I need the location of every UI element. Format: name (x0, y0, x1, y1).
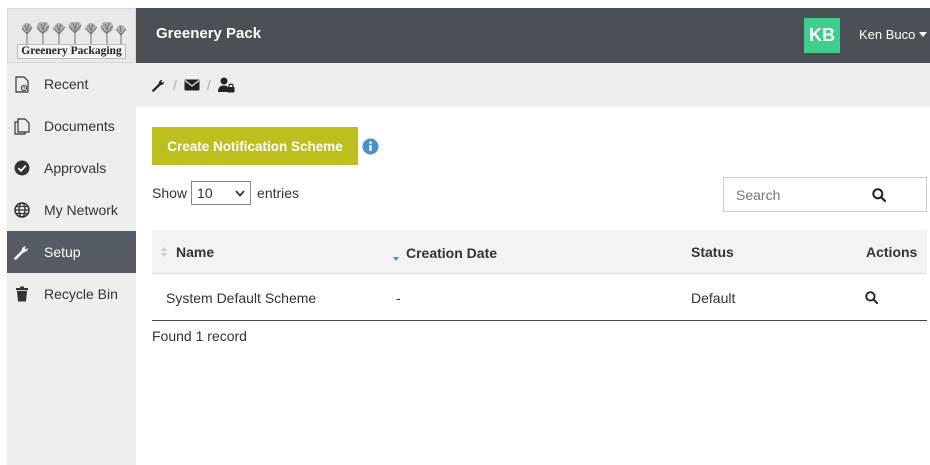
check-circle-icon (13, 159, 31, 177)
sidebar: Greenery Packaging Recent Documents Appr… (7, 8, 136, 465)
trash-icon (13, 285, 31, 303)
breadcrumb-separator: / (206, 77, 211, 93)
cell-creation-date: - (396, 290, 401, 306)
column-label: Actions (866, 244, 918, 260)
column-header-name[interactable]: Name (160, 244, 214, 260)
cell-name: System Default Scheme (166, 290, 317, 306)
avatar[interactable]: KB (804, 18, 840, 53)
sort-both-icon (161, 247, 167, 257)
view-search-icon[interactable] (865, 291, 879, 307)
sidebar-item-label: Setup (44, 244, 81, 260)
sidebar-item-documents[interactable]: Documents (7, 105, 136, 147)
sidebar-item-label: My Network (44, 202, 118, 218)
breadcrumb: / / (136, 63, 930, 107)
table-header: Name Creation Date Status Actions (152, 230, 927, 274)
recent-file-icon (13, 75, 31, 93)
globe-icon (13, 201, 31, 219)
wrench-icon (13, 243, 31, 261)
search-input[interactable]: Search (723, 177, 927, 212)
search-placeholder: Search (736, 186, 781, 203)
sidebar-item-recent[interactable]: Recent (7, 63, 136, 105)
records-found-text: Found 1 record (152, 328, 247, 344)
breadcrumb-separator: / (173, 77, 177, 93)
info-icon[interactable] (362, 138, 379, 160)
documents-icon (13, 117, 31, 135)
sidebar-item-label: Recent (44, 76, 89, 92)
company-logo[interactable]: Greenery Packaging (7, 8, 136, 63)
cell-status: Default (691, 290, 736, 306)
trees-logo-icon (21, 22, 126, 44)
caret-down-icon (919, 32, 928, 37)
breadcrumb-envelope-icon[interactable] (184, 79, 200, 91)
entries-value: 10 (197, 185, 213, 201)
sort-desc-icon (393, 257, 399, 261)
sidebar-item-setup[interactable]: Setup (7, 231, 136, 273)
sidebar-item-label: Recycle Bin (44, 286, 118, 302)
column-header-actions: Actions (866, 244, 917, 260)
sidebar-item-recycle-bin[interactable]: Recycle Bin (7, 273, 136, 315)
user-menu[interactable]: Ken Buco (859, 27, 928, 42)
create-notification-scheme-button[interactable]: Create Notification Scheme (152, 127, 358, 165)
breadcrumb-user-lock-icon[interactable] (217, 77, 235, 93)
column-label: Status (691, 244, 734, 260)
column-label: Name (176, 244, 215, 260)
breadcrumb-wrench-icon[interactable] (152, 78, 166, 92)
column-label: Creation Date (406, 245, 498, 261)
table-row: System Default Scheme - Default (152, 275, 927, 321)
column-header-status: Status (691, 244, 734, 260)
user-name: Ken Buco (859, 27, 916, 42)
sidebar-item-label: Approvals (44, 160, 107, 176)
top-bar: Greenery Pack KB Ken Buco (136, 8, 930, 63)
entries-label: entries (257, 185, 300, 201)
show-entries: Show 10 entries (152, 181, 299, 205)
column-header-creation-date[interactable]: Creation Date (392, 244, 497, 262)
sidebar-item-label: Documents (44, 118, 115, 134)
sidebar-item-approvals[interactable]: Approvals (7, 147, 136, 189)
app-title: Greenery Pack (156, 25, 262, 42)
entries-select[interactable]: 10 (191, 181, 252, 205)
logo-text: Greenery Packaging (17, 44, 126, 59)
sidebar-item-my-network[interactable]: My Network (7, 189, 136, 231)
chevron-down-icon (235, 189, 245, 197)
search-icon[interactable] (831, 187, 926, 202)
show-label: Show (152, 185, 188, 201)
